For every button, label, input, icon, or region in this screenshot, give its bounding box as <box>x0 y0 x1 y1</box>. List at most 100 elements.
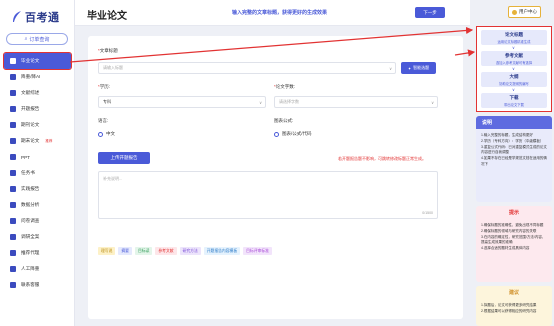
user-center-label: 用户中心 <box>519 9 537 14</box>
step-desc: 带出论文下载 <box>504 103 524 107</box>
suggest-title: 建议 <box>476 286 552 299</box>
exam-icon <box>10 138 16 144</box>
sidebar-item-label: 任务书 <box>21 170 35 175</box>
step-title[interactable]: 论文标题 运用论文标题精准生成 <box>481 30 547 45</box>
language-label: 语言: <box>98 118 109 123</box>
sidebar-item-agent[interactable]: 推荐代理 <box>0 245 75 261</box>
smart-topic-label: 智能选题 <box>413 65 430 70</box>
quick-tag[interactable]: 理写说 <box>98 247 116 255</box>
title-label: *文章标题 <box>98 48 118 53</box>
book-icon <box>10 90 16 96</box>
upload-proposal-button[interactable]: 上传开题报告 <box>98 152 150 164</box>
step-outline[interactable]: 大纲 协助论文提纲的编写 <box>481 72 547 87</box>
language-value: 中文 <box>106 131 115 136</box>
smart-topic-button[interactable]: ✦ 智能选题 <box>401 62 436 74</box>
degree-select[interactable]: 专科 ∨ <box>98 96 266 108</box>
order-query-button[interactable]: ⌕ 订单查询 <box>6 33 68 45</box>
quick-tag[interactable]: 开题报告内容模板 <box>203 247 241 255</box>
journal-icon <box>10 122 16 128</box>
next-step-button[interactable]: 下一步 <box>415 7 445 18</box>
service-icon <box>10 282 16 288</box>
sidebar-nav: 毕业论文 降重/降AI 文献综述 开题报告 期刊论文 期末论文 推荐 PPT 任务… <box>0 52 75 293</box>
degree-value: 专科 <box>103 99 111 104</box>
search-icon: ⌕ <box>24 36 28 42</box>
step-progress: 论文标题 运用论文标题精准生成 ∨ 参考文献 选加入参考文献可有选择 ∨ 大纲 … <box>476 26 552 112</box>
sidebar-item-manual[interactable]: 人工降重 <box>0 261 75 277</box>
order-query-label: 订单查询 <box>29 36 50 43</box>
chevron-down-icon: ∨ <box>512 87 515 92</box>
chevron-down-icon: ∨ <box>512 66 515 71</box>
user-center-button[interactable]: 用户中心 <box>508 6 541 18</box>
quick-tag[interactable]: 参考文献 <box>155 247 177 255</box>
chevron-down-icon: ∨ <box>512 45 515 50</box>
document-icon <box>10 58 16 64</box>
sidebar-item-label: 联系客服 <box>21 282 40 287</box>
sidebar-item-journal[interactable]: 期刊论文 <box>0 117 75 133</box>
step-name: 论文标题 <box>505 32 523 37</box>
textarea-placeholder: 补充说明... <box>103 176 123 181</box>
formula-label: 图表公式: <box>274 118 294 123</box>
step-name: 参考文献 <box>505 53 523 58</box>
sidebar-item-research[interactable]: 调研全案 <box>0 229 75 245</box>
sidebar-item-proposal[interactable]: 开题报告 <box>0 101 75 117</box>
sidebar-item-label: 降重/降AI <box>21 74 41 79</box>
sidebar-item-practice[interactable]: 实践报告 <box>0 181 75 197</box>
word-count-placeholder: 请选择字数 <box>279 99 299 104</box>
person-icon <box>10 266 16 272</box>
upload-note: 若开题报告题不影响，可跳转修改标题正常生成。 <box>338 156 426 161</box>
user-icon <box>512 9 517 15</box>
formula-value: 图表/公式/代码 <box>282 131 312 136</box>
page-title: 毕业论文 <box>87 11 127 22</box>
formula-radio[interactable]: 图表/公式/代码 <box>274 131 312 137</box>
survey-icon <box>10 218 16 224</box>
quick-tag[interactable]: 摘要 <box>118 247 132 255</box>
step-name: 下载 <box>509 95 519 100</box>
sidebar-item-label: 毕业论文 <box>21 58 40 63</box>
radio-dot <box>98 131 103 137</box>
sidebar-item-label: 文献综述 <box>21 90 40 95</box>
agent-icon <box>10 250 16 256</box>
explain-text: 1.输入完整的标题，生成结构更好 2.学历（专科方向）：学历（中级模板） 3.重… <box>481 133 547 166</box>
title-placeholder: 请输入标题 <box>103 65 123 70</box>
chevron-down-icon: ∨ <box>259 100 262 105</box>
sidebar-item-label: 数据分析 <box>21 202 40 207</box>
word-count-select[interactable]: 请选择字数 ∨ <box>274 96 438 108</box>
report-icon <box>10 106 16 112</box>
language-radio[interactable]: 中文 <box>98 131 115 137</box>
sidebar-item-task[interactable]: 任务书 <box>0 165 75 181</box>
step-download[interactable]: 下载 带出论文下载 <box>481 93 547 108</box>
recommend-badge: 推荐 <box>45 138 53 143</box>
sidebar-item-label: 人工降重 <box>21 266 40 271</box>
step-desc: 协助论文提纲的编写 <box>499 82 529 86</box>
logo[interactable]: 百考通 <box>12 9 60 25</box>
explain-panel: 说明 1.输入完整的标题，生成结构更好 2.学历（专科方向）：学历（中级模板） … <box>476 116 552 202</box>
supplement-textarea[interactable]: 补充说明... 0/1500 <box>98 171 438 219</box>
sidebar-item-ppt[interactable]: PPT <box>0 149 75 165</box>
sidebar-item-label: PPT <box>21 154 30 160</box>
quick-tag[interactable]: 目标评审标准 <box>243 247 272 255</box>
sidebar-item-service[interactable]: 联系客服 <box>0 277 75 293</box>
sidebar-item-label: 开题报告 <box>21 106 40 111</box>
sidebar-item-data[interactable]: 数据分析 <box>0 197 75 213</box>
sidebar-item-reduce[interactable]: 降重/降AI <box>0 69 75 85</box>
sidebar-item-thesis[interactable]: 毕业论文 <box>3 52 72 70</box>
suggest-panel: 建议 1.拟题后，论文可获得更多研究结果 2.根据结果可以获得相应的研究内容 <box>476 286 552 326</box>
feather-logo-icon <box>13 11 21 22</box>
sidebar-item-review[interactable]: 文献综述 <box>0 85 75 101</box>
sparkle-icon: ✦ <box>407 65 412 71</box>
page-header: 毕业论文 输入完整的文章标题，获得更好的生成效果 下一步 <box>75 0 470 26</box>
sidebar-item-final[interactable]: 期末论文 推荐 <box>0 133 75 149</box>
task-icon <box>10 170 16 176</box>
quick-tag[interactable]: 研究方法 <box>179 247 201 255</box>
step-references[interactable]: 参考文献 选加入参考文献可有选择 <box>481 51 547 66</box>
research-icon <box>10 234 16 240</box>
title-hint: 输入完整的文章标题，获得更好的生成效果 <box>232 10 328 16</box>
sidebar-item-survey[interactable]: 问卷调查 <box>0 213 75 229</box>
sidebar-item-label: 期刊论文 <box>21 122 40 127</box>
quick-tag[interactable]: 目标读 <box>134 247 153 255</box>
ppt-icon <box>10 154 16 160</box>
title-input[interactable]: 请输入标题 ∨ <box>98 62 396 74</box>
chevron-down-icon: ∨ <box>431 100 434 105</box>
thesis-form: *文章标题 请输入标题 ∨ ✦ 智能选题 *学历: 专科 ∨ *论文字数: 请选… <box>88 36 463 319</box>
sidebar-item-label: 调研全案 <box>21 234 40 239</box>
